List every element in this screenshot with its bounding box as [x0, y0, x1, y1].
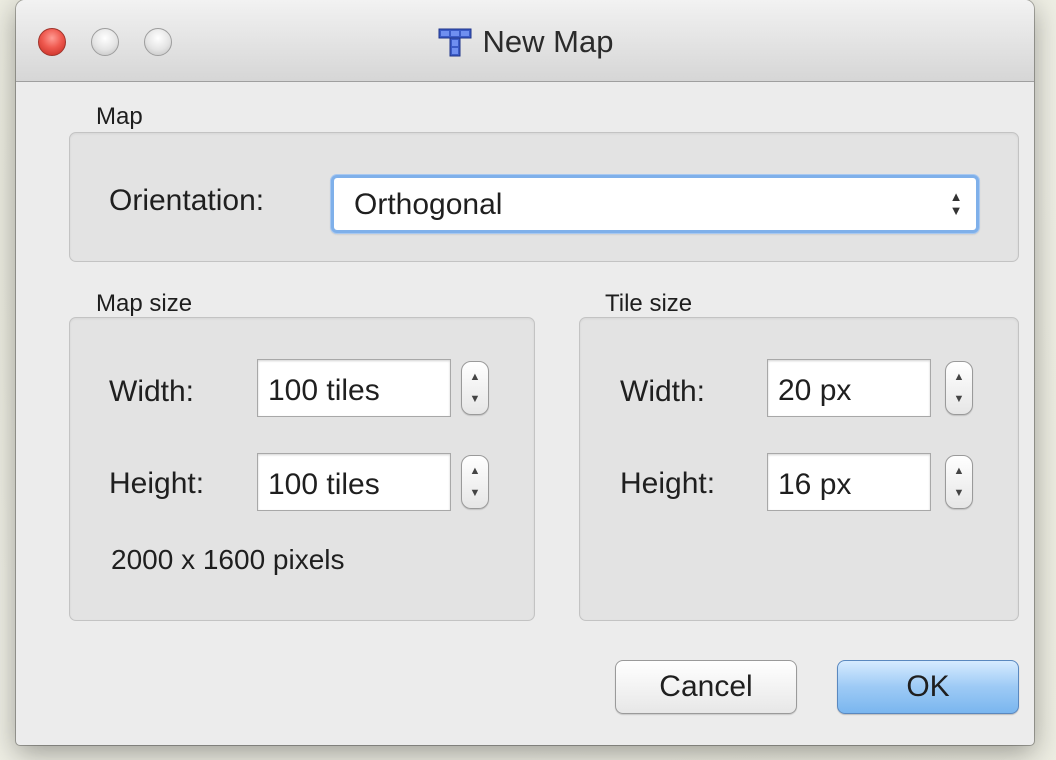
stepper-down-icon[interactable]: ▼ — [470, 393, 481, 405]
tile-size-group-title: Tile size — [605, 290, 693, 317]
map-group-title: Map — [96, 103, 143, 130]
stepper-up-icon[interactable]: ▲ — [954, 371, 965, 383]
stepper-down-icon[interactable]: ▼ — [954, 487, 965, 499]
map-height-stepper[interactable]: ▲ ▼ — [461, 455, 489, 509]
stepper-down-icon[interactable]: ▼ — [470, 487, 481, 499]
tile-width-label: Width: — [620, 375, 706, 408]
pixel-size-summary: 2000 x 1600 pixels — [111, 544, 345, 575]
tile-height-field[interactable]: 16 px — [767, 453, 931, 511]
orientation-select[interactable]: Orthogonal ▲ ▼ — [331, 175, 979, 233]
map-width-field[interactable]: 100 tiles — [257, 359, 451, 417]
window-title-group: New Map — [16, 22, 1034, 62]
tiled-app-icon — [438, 28, 472, 57]
map-height-label: Height: — [109, 467, 205, 500]
ok-button[interactable]: OK — [837, 660, 1019, 714]
stepper-up-icon[interactable]: ▲ — [470, 371, 481, 383]
tile-height-label: Height: — [620, 467, 716, 500]
tile-width-value: 20 px — [778, 374, 852, 407]
stepper-down-icon[interactable]: ▼ — [954, 393, 965, 405]
map-width-label: Width: — [109, 375, 195, 408]
window-title: New Map — [482, 24, 614, 59]
tile-width-field[interactable]: 20 px — [767, 359, 931, 417]
stepper-up-icon[interactable]: ▲ — [470, 465, 481, 477]
updown-arrows-icon: ▲ ▼ — [949, 189, 963, 218]
new-map-dialog: New Map Map Orientation: Orthogonal ▲ ▼ M… — [16, 0, 1034, 745]
tile-width-stepper[interactable]: ▲ ▼ — [945, 361, 973, 415]
map-height-value: 100 tiles — [268, 468, 380, 501]
tile-height-value: 16 px — [778, 468, 852, 501]
map-width-stepper[interactable]: ▲ ▼ — [461, 361, 489, 415]
tile-height-stepper[interactable]: ▲ ▼ — [945, 455, 973, 509]
stepper-up-icon[interactable]: ▲ — [954, 465, 965, 477]
map-width-value: 100 tiles — [268, 374, 380, 407]
orientation-label: Orientation: — [109, 184, 265, 217]
title-bar[interactable]: New Map — [16, 0, 1034, 82]
orientation-select-value: Orthogonal — [354, 188, 503, 221]
map-size-group-title: Map size — [96, 290, 193, 317]
map-height-field[interactable]: 100 tiles — [257, 453, 451, 511]
cancel-button[interactable]: Cancel — [615, 660, 797, 714]
